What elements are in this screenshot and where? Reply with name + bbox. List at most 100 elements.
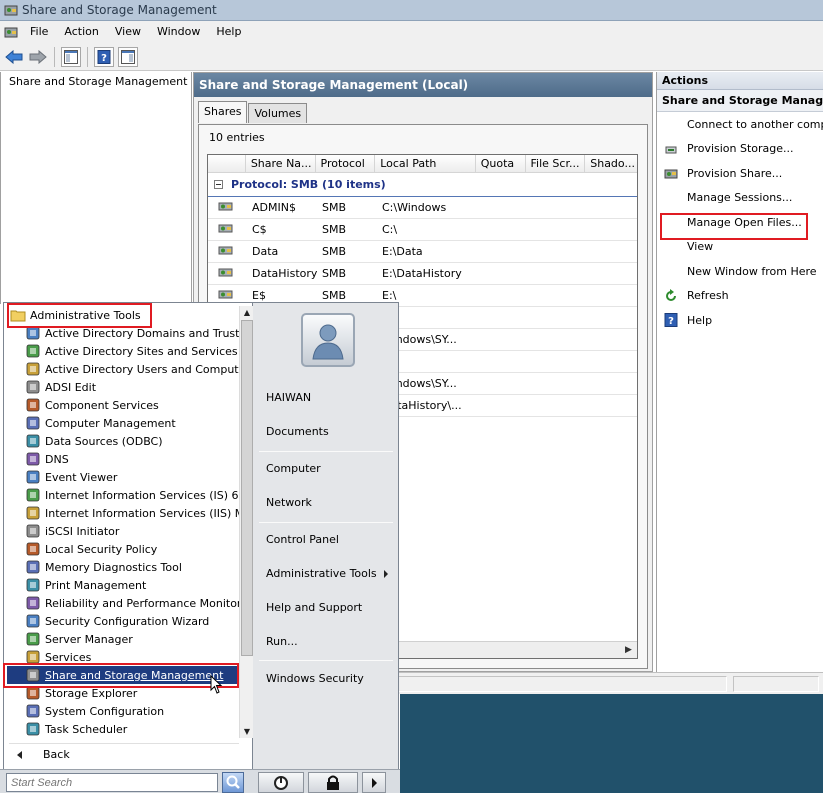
table-row[interactable]: ADMIN$ SMB C:\Windows [208,197,637,219]
scroll-up-icon[interactable]: ▲ [240,306,254,319]
action-provision-storage[interactable]: Provision Storage... [657,137,823,162]
programs-scrollbar[interactable]: ▲ ▼ [239,306,253,738]
program-data-sources-odbc[interactable]: Data Sources (ODBC) [7,432,239,450]
link-user-haiwan[interactable]: HAIWAN [266,391,311,404]
action-manage-sessions[interactable]: Manage Sessions... [657,186,823,211]
toolbar-separator [87,46,88,67]
title-bar: Share and Storage Management [0,0,823,21]
link-administrative-tools[interactable]: Administrative Tools [266,567,377,580]
action-new-window-from-here[interactable]: New Window from Here [657,259,823,284]
program-reliability-and-performance-monitor[interactable]: Reliability and Performance Monitor [7,594,239,612]
desktop-background [400,694,823,793]
column-file-screening[interactable]: File Scr... [526,155,586,172]
column-icon[interactable] [208,155,246,172]
action-help[interactable]: ? Help [657,308,823,333]
column-local-path[interactable]: Local Path [375,155,476,172]
power-button[interactable] [258,772,304,793]
actions-section-header[interactable]: Share and Storage Management (Local) [657,90,823,112]
program-label: Memory Diagnostics Tool [45,560,182,574]
action-view[interactable]: View [657,235,823,260]
toolbar-separator [54,46,55,67]
program-computer-management[interactable]: Computer Management [7,414,239,432]
program-server-manager[interactable]: Server Manager [7,630,239,648]
help-button[interactable]: ? [94,46,114,67]
action-label: Provision Storage... [687,142,794,156]
link-network[interactable]: Network [266,496,312,509]
program-component-services[interactable]: Component Services [7,396,239,414]
lock-button[interactable] [308,772,358,793]
menu-help[interactable]: Help [208,21,249,43]
action-manage-open-files[interactable]: Manage Open Files... [657,210,823,235]
share-icon [218,246,233,255]
back-arrow-button[interactable] [4,47,24,67]
action-provision-share[interactable]: Provision Share... [657,161,823,186]
program-task-scheduler[interactable]: Task Scheduler [7,720,239,738]
action-refresh[interactable]: Refresh [657,284,823,309]
menu-view[interactable]: View [107,21,149,43]
program-dns[interactable]: DNS [7,450,239,468]
program-local-security-policy[interactable]: Local Security Policy [7,540,239,558]
program-print-management[interactable]: Print Management [7,576,239,594]
link-windows-security[interactable]: Windows Security [266,672,364,685]
link-run[interactable]: Run... [266,635,298,648]
tab-volumes[interactable]: Volumes [248,103,308,123]
menu-action[interactable]: Action [56,21,106,43]
show-hide-tree-button[interactable] [61,46,81,67]
program-icon [26,362,40,376]
start-menu-right-column: HAIWAN Documents Computer Network Contro… [253,302,399,770]
forward-arrow-button[interactable] [28,47,48,67]
program-share-and-storage-management[interactable]: Share and Storage Management [7,666,239,684]
program-system-configuration[interactable]: System Configuration [7,702,239,720]
tab-shares[interactable]: Shares [198,101,248,123]
shutdown-options-button[interactable] [362,772,386,793]
program-internet-information-services-is-6-0-manager[interactable]: Internet Information Services (IS) 6.0 M… [7,486,239,504]
column-protocol[interactable]: Protocol [316,155,376,172]
scroll-thumb[interactable] [241,320,253,656]
action-connect-to-another-computer[interactable]: Connect to another computer... [657,112,823,137]
column-share-name[interactable]: Share Na... [246,155,316,172]
link-help-and-support[interactable]: Help and Support [266,601,362,614]
tree-node-share-storage[interactable]: Share and Storage Management (Local) [1,72,191,91]
table-row[interactable]: Data SMB E:\Data [208,241,637,263]
column-quota[interactable]: Quota [476,155,526,172]
scroll-right-icon[interactable]: ▶ [622,644,635,657]
user-avatar[interactable] [301,313,355,367]
program-label: Active Directory Sites and Services [45,344,238,358]
program-label: Share and Storage Management [45,668,224,682]
list-header: Share Na... Protocol Local Path Quota Fi… [208,155,637,173]
column-shadow-copies[interactable]: Shado... [585,155,637,172]
search-button[interactable] [222,772,244,793]
program-security-configuration-wizard[interactable]: Security Configuration Wizard [7,612,239,630]
program-active-directory-sites-and-services[interactable]: Active Directory Sites and Services [7,342,239,360]
row-icon-cell [208,244,252,259]
table-row[interactable]: DataHistory SMB E:\DataHistory [208,263,637,285]
menu-separator [259,451,393,452]
link-documents[interactable]: Documents [266,425,329,438]
show-hide-action-pane-button[interactable] [118,46,138,67]
help-icon: ? [664,313,678,327]
program-iscsi-initiator[interactable]: iSCSI Initiator [7,522,239,540]
collapse-icon[interactable] [214,180,223,189]
scroll-down-icon[interactable]: ▼ [240,725,254,738]
program-services[interactable]: Services [7,648,239,666]
start-search-input[interactable] [6,773,218,792]
menu-file[interactable]: File [22,21,56,43]
group-header-smb[interactable]: Protocol: SMB (10 items) [208,173,637,197]
share-name-cell: C$ [252,223,267,236]
program-storage-explorer[interactable]: Storage Explorer [7,684,239,702]
status-segment [733,676,819,692]
program-adsi-edit[interactable]: ADSI Edit [7,378,239,396]
back-button[interactable]: Back [9,743,239,765]
program-event-viewer[interactable]: Event Viewer [7,468,239,486]
folder-administrative-tools[interactable]: Administrative Tools [7,306,239,324]
program-icon [26,434,40,448]
link-control-panel[interactable]: Control Panel [266,533,339,546]
table-row[interactable]: C$ SMB C:\ [208,219,637,241]
program-active-directory-users-and-computers[interactable]: Active Directory Users and Computers [7,360,239,378]
link-computer[interactable]: Computer [266,462,321,475]
program-active-directory-domains-and-trusts[interactable]: Active Directory Domains and Trusts [7,324,239,342]
program-memory-diagnostics-tool[interactable]: Memory Diagnostics Tool [7,558,239,576]
program-internet-information-services-iis-manager[interactable]: Internet Information Services (IIS) Mana… [7,504,239,522]
menu-window[interactable]: Window [149,21,208,43]
console-icon[interactable] [4,25,18,39]
